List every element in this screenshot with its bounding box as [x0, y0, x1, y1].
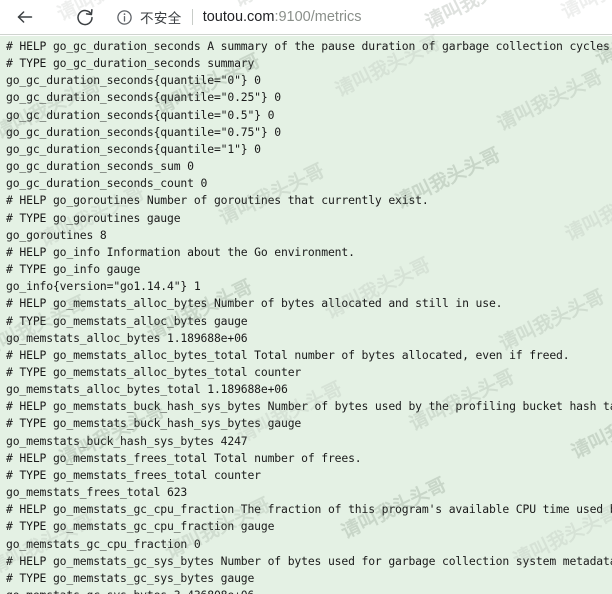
- address-bar[interactable]: 不安全 toutou.com:9100/metrics: [116, 3, 602, 31]
- url-path: :9100/metrics: [274, 9, 362, 25]
- browser-window: 不安全 toutou.com:9100/metrics # HELP go_gc…: [0, 0, 612, 594]
- security-status-label[interactable]: 不安全: [140, 7, 182, 27]
- url-host: toutou.com: [202, 9, 275, 25]
- metrics-plaintext: # HELP go_gc_duration_seconds A summary …: [6, 39, 612, 594]
- reload-icon: [75, 7, 95, 27]
- info-circle-icon[interactable]: [116, 9, 133, 26]
- back-arrow-icon: [15, 7, 35, 27]
- back-button[interactable]: [8, 0, 42, 34]
- omnibox-divider: [191, 9, 193, 25]
- reload-button[interactable]: [68, 0, 102, 34]
- url-text[interactable]: toutou.com:9100/metrics: [203, 9, 362, 25]
- metrics-content-pane[interactable]: # HELP go_gc_duration_seconds A summary …: [0, 36, 612, 594]
- browser-toolbar: 不安全 toutou.com:9100/metrics: [0, 0, 612, 35]
